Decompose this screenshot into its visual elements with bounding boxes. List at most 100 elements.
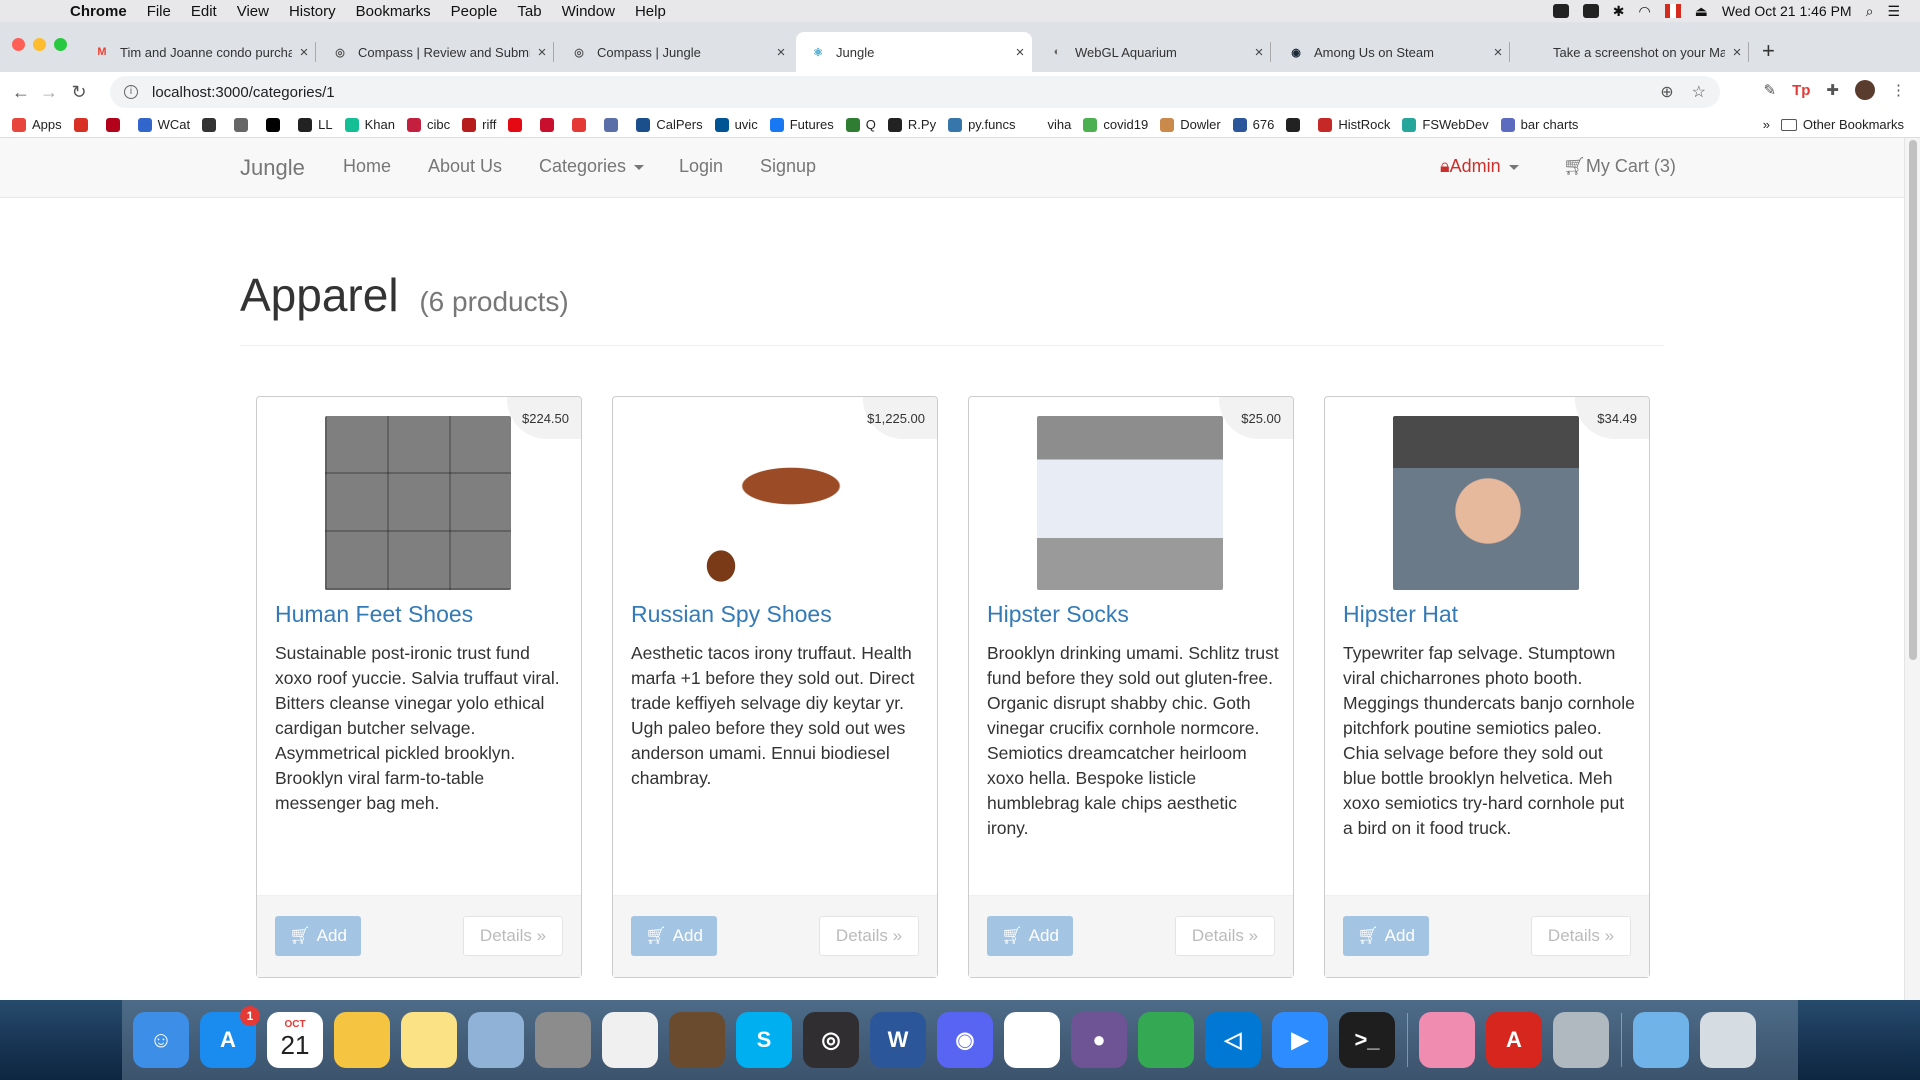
page-scrollbar[interactable] <box>1904 138 1920 1000</box>
chat-icon[interactable] <box>1582 4 1599 18</box>
address-url[interactable]: localhost:3000/categories/1 <box>152 84 335 101</box>
calendar-icon[interactable]: OCT 21 <box>267 1012 323 1068</box>
bluetooth-icon[interactable]: ✱ <box>1613 3 1625 20</box>
trash-icon[interactable] <box>1700 1012 1756 1068</box>
tp-extension-icon[interactable]: Tp <box>1792 82 1810 99</box>
browser-tab[interactable]: M Tim and Joanne condo purcha × <box>80 32 316 72</box>
clock-text[interactable]: Wed Oct 21 1:46 PM <box>1722 3 1852 19</box>
reload-icon[interactable]: ↻ <box>66 82 92 103</box>
close-window-button[interactable] <box>12 38 25 51</box>
nav-login-link[interactable]: Login <box>679 156 723 177</box>
zoom-icon[interactable]: ⊕ <box>1660 82 1673 102</box>
nav-admin-dropdown[interactable]: 🔒︎Admin <box>1440 156 1519 177</box>
bookmark-item[interactable]: py.funcs <box>948 117 1016 132</box>
bookmark-item[interactable] <box>266 117 286 132</box>
bookmark-item[interactable] <box>202 117 222 132</box>
bookmark-item[interactable]: Apps <box>12 117 62 132</box>
menu-app-chrome[interactable]: Chrome <box>70 3 127 20</box>
site-info-icon[interactable]: i <box>124 85 138 99</box>
menu-file[interactable]: File <box>147 3 171 20</box>
notes-icon[interactable] <box>401 1012 457 1068</box>
bookmark-item[interactable]: riff <box>462 117 496 132</box>
brand-link[interactable]: Jungle <box>240 155 305 181</box>
app-store-icon[interactable]: A1 <box>200 1006 260 1068</box>
nav-signup-link[interactable]: Signup <box>760 156 816 177</box>
bookmark-item[interactable] <box>73 117 94 132</box>
close-tab-icon[interactable]: × <box>1725 44 1749 61</box>
vscode-icon[interactable]: ◁ <box>1205 1012 1261 1068</box>
details-button[interactable]: Details » <box>463 916 563 956</box>
bookmark-item[interactable]: bar charts <box>1500 117 1578 132</box>
add-to-cart-button[interactable]: 🛒︎ Add <box>1343 916 1429 956</box>
bookmark-item[interactable]: uvic <box>714 117 758 132</box>
spotlight-search-icon[interactable]: ⌕ <box>1866 3 1874 20</box>
bookmark-item[interactable]: Q <box>845 117 876 132</box>
browser-tab[interactable]: ◎ Compass | Jungle × <box>557 32 793 72</box>
maximize-window-button[interactable] <box>54 38 67 51</box>
zoom-icon[interactable]: ▶ <box>1272 1012 1328 1068</box>
close-tab-icon[interactable]: × <box>769 44 793 61</box>
bookmark-item[interactable] <box>1286 117 1306 132</box>
bookmark-item[interactable]: covid19 <box>1083 117 1148 132</box>
menu-edit[interactable]: Edit <box>191 3 217 20</box>
menu-history[interactable]: History <box>289 3 336 20</box>
bookmark-star-icon[interactable]: ☆ <box>1692 82 1706 102</box>
bookmark-item[interactable]: Futures <box>769 117 834 132</box>
bookmark-item[interactable]: cibc <box>406 117 450 132</box>
word-icon[interactable]: W <box>870 1012 926 1068</box>
profile-avatar[interactable] <box>1855 80 1875 100</box>
wifi-icon[interactable]: ◠ <box>1638 3 1650 20</box>
close-tab-icon[interactable]: × <box>1247 44 1271 61</box>
canada-flag-icon[interactable] <box>1664 4 1681 18</box>
eject-icon[interactable]: ⏏ <box>1695 3 1708 20</box>
photos-icon[interactable] <box>334 1012 390 1068</box>
menu-tab[interactable]: Tab <box>517 3 541 20</box>
bookmark-item[interactable] <box>540 117 560 132</box>
product-name-link[interactable]: Hipster Socks <box>987 601 1129 628</box>
close-tab-icon[interactable]: × <box>292 44 316 61</box>
nav-categories-dropdown[interactable]: Categories <box>539 156 645 177</box>
eyedropper-extension-icon[interactable]: ✎ <box>1764 81 1777 99</box>
chrome-menu-icon[interactable]: ⋮ <box>1891 81 1906 99</box>
discord-icon[interactable]: ◉ <box>937 1012 993 1068</box>
address-bar[interactable]: i localhost:3000/categories/1 ⊕ ☆ <box>110 76 1720 108</box>
add-to-cart-button[interactable]: 🛒︎ Add <box>987 916 1073 956</box>
garageband-icon[interactable] <box>669 1012 725 1068</box>
back-arrow-icon[interactable]: ← <box>8 82 34 103</box>
russian-spy-shoes-image[interactable] <box>681 416 867 590</box>
bookmark-item[interactable] <box>105 117 126 132</box>
bookmark-item[interactable]: viha <box>1027 117 1071 132</box>
github-icon[interactable]: ● <box>1071 1012 1127 1068</box>
other-bookmarks-folder[interactable]: Other Bookmarks <box>1780 117 1904 132</box>
menu-help[interactable]: Help <box>635 3 666 20</box>
slack-icon[interactable] <box>1004 1012 1060 1068</box>
bookmark-item[interactable]: Khan <box>344 117 395 132</box>
hipster-hat-image[interactable] <box>1393 416 1579 590</box>
screen-icon[interactable] <box>1419 1012 1475 1068</box>
menu-view[interactable]: View <box>237 3 269 20</box>
new-tab-button[interactable]: + <box>1762 38 1775 64</box>
details-button[interactable]: Details » <box>1531 916 1631 956</box>
browser-tab[interactable]: ◉ Among Us on Steam × <box>1274 32 1510 72</box>
nav-home-link[interactable]: Home <box>343 156 391 177</box>
bookmark-item[interactable]: HistRock <box>1318 117 1390 132</box>
acrobat-icon[interactable]: A <box>1486 1012 1542 1068</box>
menu-people[interactable]: People <box>451 3 498 20</box>
browser-tab[interactable]: ⚛ Jungle × <box>796 32 1032 72</box>
close-tab-icon[interactable]: × <box>1486 44 1510 61</box>
preview-icon[interactable] <box>468 1012 524 1068</box>
bookmark-item[interactable]: R.Py <box>887 117 936 132</box>
details-button[interactable]: Details » <box>1175 916 1275 956</box>
hipster-socks-image[interactable] <box>1037 416 1223 590</box>
bookmark-item[interactable]: 676 <box>1232 117 1274 132</box>
camera-icon[interactable] <box>1552 4 1569 18</box>
bookmark-item[interactable]: CalPers <box>636 117 703 132</box>
browser-tab[interactable]: Take a screenshot on your Mac × <box>1513 32 1749 72</box>
nav-cart-link[interactable]: 🛒︎My Cart (3) <box>1563 156 1676 177</box>
bookmark-item[interactable] <box>234 117 254 132</box>
browser-tab[interactable]: ◐ WebGL Aquarium × <box>1035 32 1271 72</box>
control-center-icon[interactable]: ☰ <box>1887 3 1900 20</box>
obs-icon[interactable]: ◎ <box>803 1012 859 1068</box>
close-tab-icon[interactable]: × <box>530 44 554 61</box>
bookmark-item[interactable]: FSWebDev <box>1402 117 1489 132</box>
